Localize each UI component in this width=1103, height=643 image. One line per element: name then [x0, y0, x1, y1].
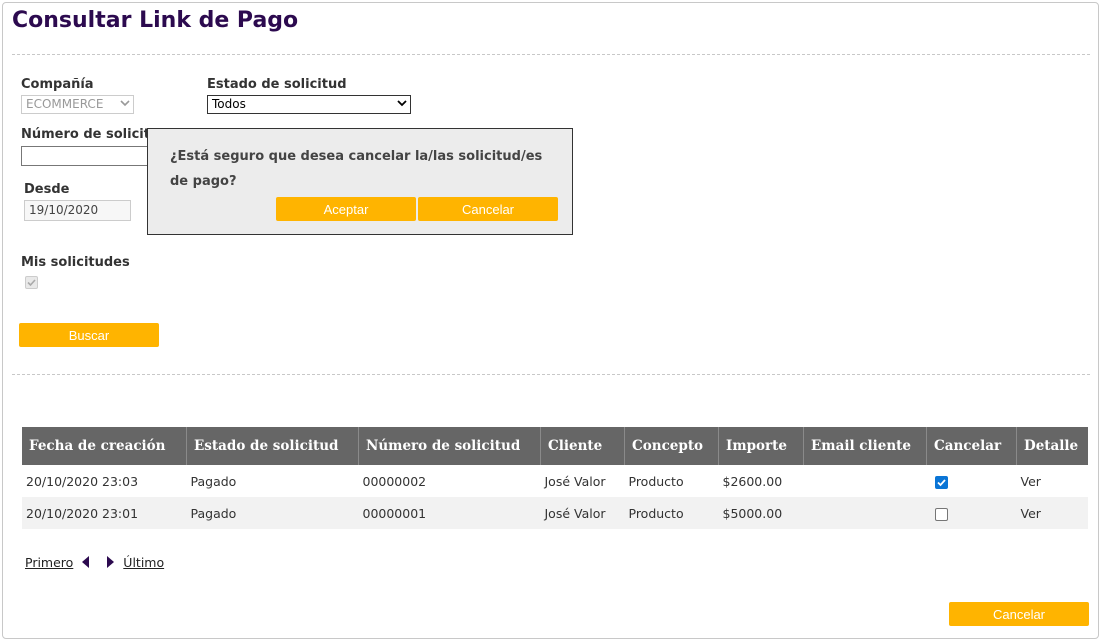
company-label: Compañía	[21, 77, 94, 92]
status-label: Estado de solicitud	[207, 77, 347, 92]
from-label: Desde	[24, 182, 70, 197]
request-number-label: Número de solicitud	[21, 127, 147, 142]
header-cliente: Cliente	[540, 427, 625, 465]
cell-cliente: José Valor	[540, 497, 625, 529]
company-select[interactable]: ECOMMERCE	[21, 95, 134, 114]
chevron-down-icon	[397, 96, 407, 114]
cell-cliente: José Valor	[544, 473, 606, 489]
view-detail-link[interactable]: Ver	[1021, 474, 1041, 489]
cell-cancelar	[927, 465, 1017, 497]
cell-detalle: Ver	[1017, 465, 1089, 497]
cancel-row-checkbox[interactable]	[934, 475, 948, 489]
header-estado: Estado de solicitud	[186, 427, 359, 465]
header-importe: Importe	[718, 427, 804, 465]
cell-estado: Pagado	[190, 473, 237, 489]
header-cancelar: Cancelar	[926, 427, 1017, 465]
divider-middle	[12, 374, 1090, 375]
footer-cancel-button[interactable]: Cancelar	[949, 602, 1089, 626]
header-detalle: Detalle	[1016, 427, 1088, 465]
table-row: 20/10/2020 23:01 Pagado 00000001 José Va…	[22, 497, 1088, 529]
cell-email	[804, 465, 927, 497]
cell-fecha: 20/10/2020 23:01	[22, 497, 187, 529]
status-select[interactable]: Todos	[207, 95, 411, 114]
cell-fecha: 20/10/2020 23:03	[26, 473, 139, 489]
header-fecha: Fecha de creación	[22, 427, 187, 465]
header-concepto: Concepto	[624, 427, 719, 465]
dialog-accept-button[interactable]: Aceptar	[276, 197, 416, 221]
dialog-cancel-button[interactable]: Cancelar	[418, 197, 558, 221]
from-date-input[interactable]: 19/10/2020	[24, 200, 131, 221]
confirm-dialog: ¿Está seguro que desea cancelar la/las s…	[147, 128, 573, 235]
cell-email	[803, 497, 927, 529]
my-requests-label: Mis solicitudes	[21, 255, 130, 270]
divider-top	[12, 54, 1090, 55]
pagination: Primero Último	[25, 555, 164, 570]
page-title: Consultar Link de Pago	[12, 8, 299, 33]
main-panel	[2, 2, 1099, 639]
chevron-down-icon	[120, 96, 130, 114]
header-email: Email cliente	[803, 427, 927, 465]
cell-detalle: Ver	[1016, 497, 1088, 529]
last-page-link[interactable]: Último	[123, 555, 164, 570]
triangle-left-icon[interactable]	[82, 556, 89, 568]
status-select-value: Todos	[212, 97, 246, 111]
cell-estado: Pagado	[186, 497, 359, 529]
company-select-value: ECOMMERCE	[26, 97, 104, 111]
request-number-input[interactable]	[21, 146, 149, 166]
table-header-row: Fecha de creación Estado de solicitud Nú…	[22, 427, 1088, 465]
cell-importe: $2600.00	[722, 473, 783, 489]
dialog-message: ¿Está seguro que desea cancelar la/las s…	[170, 149, 543, 189]
cell-numero: 00000002	[362, 473, 427, 489]
my-requests-checkbox[interactable]	[25, 276, 38, 289]
table-row: 20/10/2020 23:03 Pagado 00000002 José Va…	[22, 465, 1088, 497]
checkmark-icon	[936, 478, 946, 486]
results-table: Fecha de creación Estado de solicitud Nú…	[22, 427, 1088, 529]
checkmark-icon	[27, 279, 36, 287]
search-button[interactable]: Buscar	[19, 323, 159, 347]
cell-importe: $5000.00	[718, 497, 804, 529]
cell-numero: 00000001	[358, 497, 541, 529]
first-page-link[interactable]: Primero	[25, 555, 73, 570]
cancel-row-checkbox[interactable]	[934, 507, 948, 521]
cell-cancelar	[926, 497, 1017, 529]
cell-concepto: Producto	[628, 473, 684, 489]
triangle-right-icon[interactable]	[107, 556, 114, 568]
header-numero: Número de solicitud	[358, 427, 541, 465]
view-detail-link[interactable]: Ver	[1021, 506, 1041, 521]
cell-concepto: Producto	[624, 497, 719, 529]
